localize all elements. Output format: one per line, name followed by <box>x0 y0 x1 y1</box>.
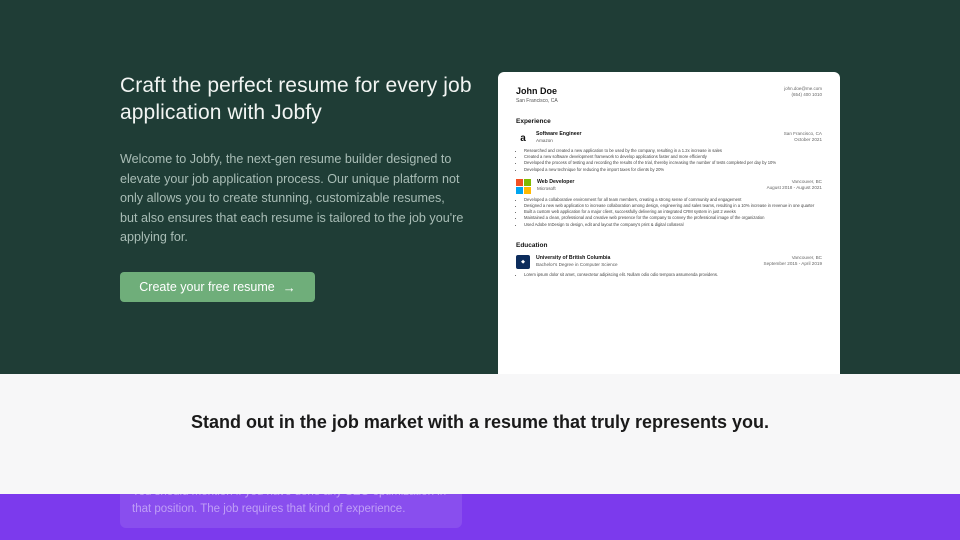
job-company: Amazon <box>536 138 553 143</box>
create-resume-label: Create your free resume <box>139 280 275 294</box>
education-heading: Education <box>516 241 548 249</box>
tip-text: You should mention if you have done any … <box>132 494 446 515</box>
amazon-logo-icon: a <box>520 132 526 144</box>
tagline-title: Stand out in the job market with a resum… <box>190 412 770 432</box>
experience-heading: Experience <box>516 118 551 125</box>
tip-card: You should mention if you have done any … <box>120 494 462 528</box>
create-resume-button[interactable]: Create your free resume → <box>120 272 315 302</box>
resume-location: San Francisco, CA <box>516 98 558 104</box>
microsoft-logo-icon <box>516 178 531 194</box>
job-bullets: Researched and created a new application… <box>516 148 822 173</box>
job-bullet: Developed a new technique for reducing t… <box>524 167 822 173</box>
hero-section: Craft the perfect resume for every job a… <box>0 0 960 382</box>
job-company: Microsoft <box>537 185 556 191</box>
resume-preview: John Doe San Francisco, CA john.doe@me.c… <box>498 72 840 382</box>
job-date: October 2021 <box>794 137 822 142</box>
education-bullets: Lorem ipsum dolor sit amet, consectetur … <box>516 272 822 278</box>
job-bullet: Used Adobe InDesign to design, edit and … <box>524 222 822 228</box>
resume-name: John Doe <box>516 86 558 96</box>
degree: Bachelor's Degree in Computer Science <box>536 261 618 267</box>
education-bullet: Lorem ipsum dolor sit amet, consectetur … <box>524 272 822 278</box>
resume-header: John Doe San Francisco, CA john.doe@me.c… <box>516 86 822 104</box>
feature-section: You should mention if you have done any … <box>0 494 960 540</box>
resume-phone: (654) 400 1010 <box>791 92 822 97</box>
resume-contact: john.doe@me.com (654) 400 1010 <box>784 86 822 104</box>
job-title: Software Engineer <box>536 131 582 137</box>
job-entry: Web Developer Microsoft Vancouver, BC Au… <box>516 178 822 228</box>
education-entry: ◆ University of British Columbia Bachelo… <box>516 254 822 278</box>
school-date: September 2015 - April 2019 <box>763 260 822 266</box>
hero-title: Craft the perfect resume for every job a… <box>120 74 472 124</box>
school-name: University of British Columbia <box>536 254 611 261</box>
job-date: August 2018 - August 2021 <box>766 184 822 190</box>
tagline-band: Stand out in the job market with a resum… <box>0 374 960 494</box>
hero-description: Welcome to Jobfy, the next-gen resume bu… <box>120 152 464 244</box>
job-title: Web Developer <box>537 178 575 185</box>
arrow-right-icon: → <box>282 279 296 295</box>
university-crest-icon: ◆ <box>516 254 530 269</box>
job-entry: a Software Engineer Amazon San Francisco… <box>516 131 822 173</box>
job-bullets: Developed a collaborative environment fo… <box>516 197 822 228</box>
